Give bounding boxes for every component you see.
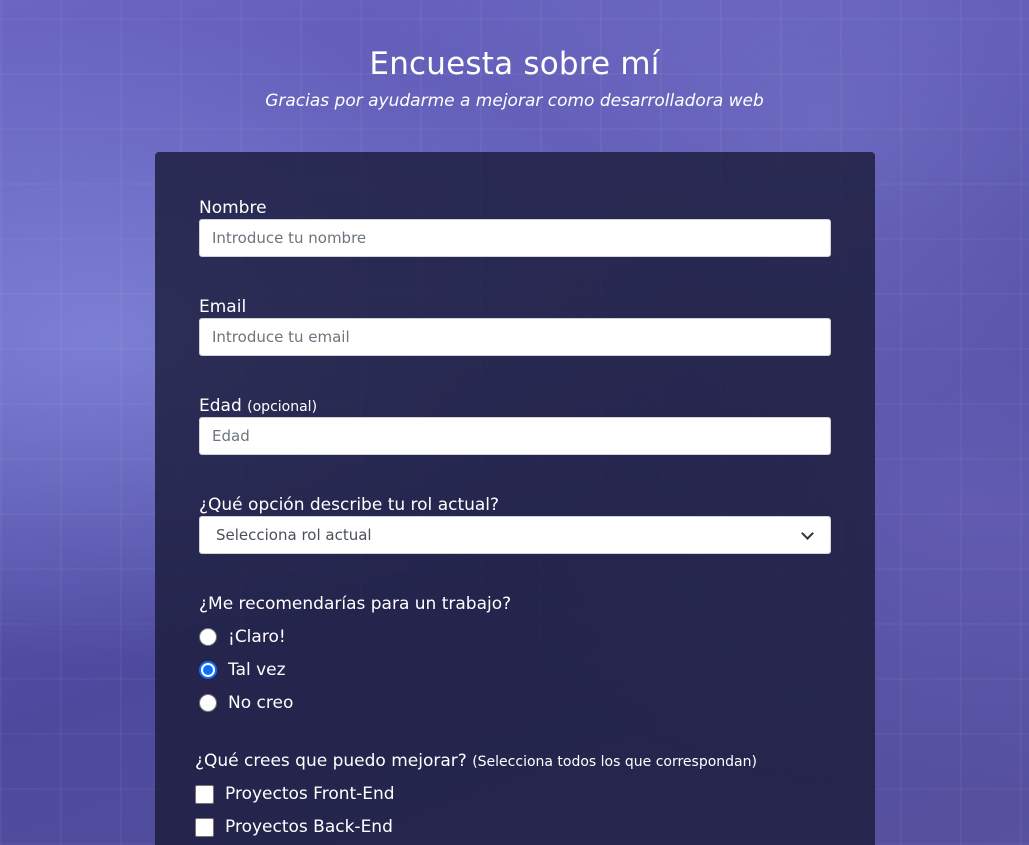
recommend-label: ¿Me recomendarías para un trabajo?: [199, 594, 512, 614]
age-label: Edad (opcional): [199, 396, 831, 416]
page-title: Encuesta sobre mí: [369, 46, 660, 82]
email-group: Email: [199, 297, 831, 356]
checkbox[interactable]: [195, 784, 214, 804]
name-label: Nombre: [199, 198, 267, 218]
recommend-option-label: ¡Claro!: [228, 627, 286, 647]
email-input[interactable]: [199, 318, 831, 356]
improve-label-text: ¿Qué crees que puedo mejorar?: [195, 751, 467, 771]
improve-option-label: Proyectos Front-End: [225, 784, 395, 804]
role-group: ¿Qué opción describe tu rol actual? Sele…: [199, 495, 831, 554]
recommend-option-label: No creo: [228, 693, 294, 713]
improve-clue: (Selecciona todos los que correspondan): [472, 754, 757, 770]
role-label: ¿Qué opción describe tu rol actual?: [199, 495, 500, 515]
recommend-option-tal-vez[interactable]: Tal vez: [199, 660, 286, 680]
radio-button[interactable]: [199, 628, 217, 646]
survey-form: Nombre Email Edad (opcional) ¿Qué opción…: [155, 152, 875, 845]
page-description: Gracias por ayudarme a mejorar como desa…: [265, 91, 764, 112]
improve-option-front-end[interactable]: Proyectos Front-End: [195, 784, 395, 804]
header: Encuesta sobre mí Gracias por ayudarme a…: [0, 46, 1029, 111]
radio-button-checked[interactable]: [199, 661, 217, 679]
recommend-option-claro[interactable]: ¡Claro!: [199, 627, 286, 647]
recommend-group: ¿Me recomendarías para un trabajo? ¡Clar…: [199, 594, 831, 724]
role-select[interactable]: Selecciona rol actual: [199, 516, 831, 554]
checkbox[interactable]: [195, 817, 214, 837]
name-group: Nombre: [199, 198, 831, 257]
chevron-down-icon: [801, 526, 814, 540]
recommend-option-no-creo[interactable]: No creo: [199, 693, 293, 713]
age-label-text: Edad: [199, 396, 242, 416]
radio-dot-icon: [203, 665, 213, 675]
age-group: Edad (opcional): [199, 396, 831, 455]
improve-label: ¿Qué crees que puedo mejorar? (Seleccion…: [195, 751, 827, 771]
radio-button[interactable]: [199, 694, 217, 712]
age-input[interactable]: [199, 417, 831, 455]
improve-option-label: Proyectos Back-End: [225, 817, 393, 837]
improve-group: ¿Qué crees que puedo mejorar? (Seleccion…: [195, 751, 827, 845]
email-label: Email: [199, 297, 247, 317]
name-input[interactable]: [199, 219, 831, 257]
improve-option-back-end[interactable]: Proyectos Back-End: [195, 817, 393, 837]
role-select-value: Selecciona rol actual: [216, 526, 372, 544]
recommend-option-label: Tal vez: [228, 660, 286, 680]
age-optional-clue: (opcional): [247, 399, 318, 415]
